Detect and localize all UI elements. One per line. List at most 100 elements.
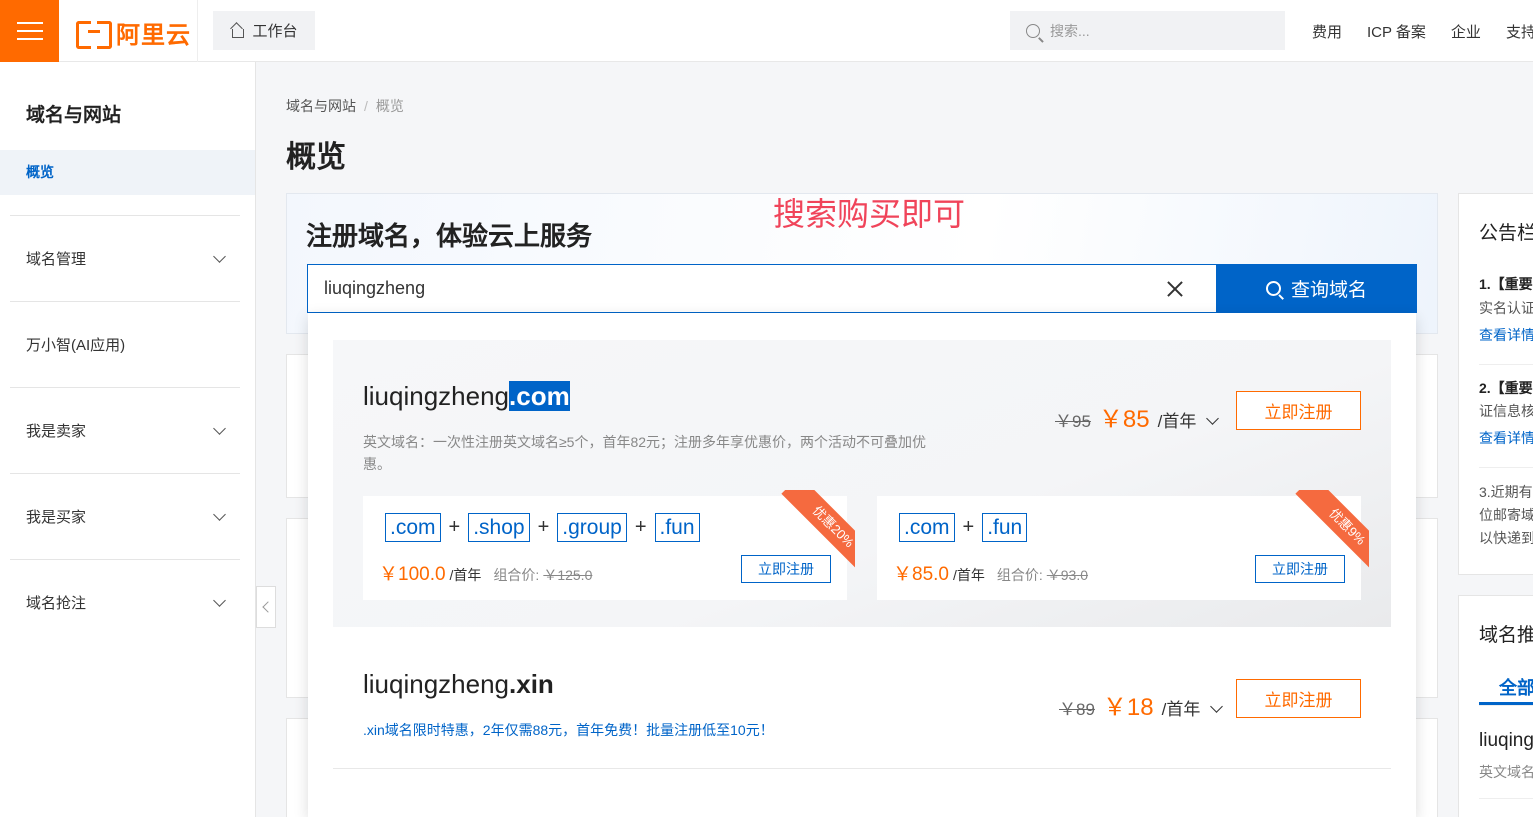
notice-item-3-line: 3.近期有	[1479, 484, 1533, 500]
notice-item-1-text: 实名认证	[1479, 300, 1533, 316]
plus-icon: +	[634, 516, 647, 538]
notice-panel: 公告栏 1.【重要 实名认证 查看详情 2.【重要 证信息核 查看详情 3.近期…	[1458, 193, 1533, 575]
register-now-button[interactable]: 立即注册	[1236, 391, 1361, 430]
combo-price: ￥85.0 /首年 组合价: ￥93.0	[893, 559, 1088, 586]
domain-tld: .xin	[509, 669, 554, 699]
domain-query-input[interactable]	[324, 278, 1144, 299]
combo-label: 组合价:	[493, 567, 540, 583]
domain-base: liuqingzheng	[363, 669, 510, 699]
combo-price: ￥100.0 /首年 组合价: ￥125.0	[379, 559, 592, 586]
chevron-down-icon	[213, 507, 226, 521]
register-now-button[interactable]: 立即注册	[1236, 679, 1361, 718]
tld-tag[interactable]: .com	[385, 513, 441, 542]
discount-label: 优惠9%	[1295, 490, 1369, 579]
plus-icon: +	[962, 516, 975, 538]
close-icon[interactable]	[1166, 280, 1184, 298]
tld-tag[interactable]: .group	[557, 513, 627, 542]
sidebar-item-domain-snatch[interactable]: 域名抢注	[10, 559, 240, 645]
domain-base: liuqingzheng	[363, 381, 510, 411]
annotation-text: 搜索购买即可	[773, 196, 966, 232]
price-unit: /首年	[1157, 412, 1197, 431]
workbench-button[interactable]: 工作台	[213, 11, 315, 50]
notice-title: 公告栏	[1479, 223, 1533, 244]
combo-price-value: ￥85.0	[893, 564, 949, 585]
chevron-down-icon	[213, 593, 226, 607]
sidebar-item-domain-management[interactable]: 域名管理	[10, 215, 240, 301]
search-icon	[1026, 23, 1040, 38]
price-unit: /首年	[1161, 700, 1201, 719]
divider	[1479, 364, 1533, 365]
price-row-xin[interactable]: ￥89 ￥18 /首年	[1059, 687, 1224, 722]
combo-card: .com + .shop + .group + .fun ￥100.0 /首年 …	[363, 490, 855, 600]
divider	[1479, 798, 1533, 799]
sidebar: 域名与网站 概览 域名管理 万小智(AI应用) 我是卖家 我是买家 域名抢注	[0, 62, 256, 817]
home-icon	[230, 24, 245, 38]
aliyun-logo-icon	[76, 21, 112, 49]
menu-icon[interactable]	[0, 0, 59, 62]
tld-tag[interactable]: .com	[899, 513, 955, 542]
combo-old-price: ￥125.0	[543, 567, 593, 583]
notice-item-2-link[interactable]: 查看详情	[1479, 428, 1533, 448]
sidebar-item-seller[interactable]: 我是卖家	[10, 387, 240, 473]
sidebar-title: 域名与网站	[26, 105, 122, 126]
combo-old-price: ￥93.0	[1046, 567, 1089, 583]
logo-text: 阿里云	[116, 21, 191, 49]
sidebar-item-label: 域名抢注	[26, 595, 87, 612]
plus-icon: +	[537, 516, 550, 538]
tab-all[interactable]: 全部	[1499, 674, 1533, 700]
sidebar-collapse-button[interactable]	[256, 586, 276, 628]
breadcrumb: 域名与网站 / 概览	[286, 96, 404, 116]
tld-tag[interactable]: .fun	[982, 513, 1028, 542]
plus-icon: +	[448, 516, 461, 538]
sidebar-item-ai-app[interactable]: 万小智(AI应用)	[10, 301, 240, 387]
domain-query-field[interactable]	[307, 264, 1217, 313]
logo[interactable]: 阿里云	[76, 17, 191, 49]
chevron-down-icon	[213, 421, 226, 435]
sidebar-item-label: 我是买家	[26, 509, 87, 526]
sidebar-item-buyer[interactable]: 我是买家	[10, 473, 240, 559]
tld-tag[interactable]: .fun	[654, 513, 700, 542]
combo-tags: .com + .fun	[899, 513, 1028, 542]
page-title: 概览	[286, 141, 346, 174]
sidebar-item-label: 我是卖家	[26, 423, 87, 440]
domain-results-dropdown: liuqingzheng .com 英文域名：一次性注册英文域名≥5个，首年82元…	[308, 313, 1416, 817]
new-price: ￥85	[1098, 406, 1150, 433]
search-icon	[1265, 281, 1281, 296]
notice-item-3-line: 位邮寄域	[1479, 507, 1533, 523]
combo-price-unit: /首年	[449, 567, 482, 583]
chevron-down-icon[interactable]	[1206, 412, 1220, 425]
chevron-left-icon	[262, 601, 274, 613]
divider	[1479, 705, 1533, 706]
sidebar-item-overview[interactable]: 概览	[0, 150, 255, 195]
chevron-down-icon[interactable]	[1210, 700, 1224, 713]
notice-item-1-link[interactable]: 查看详情	[1479, 325, 1533, 345]
global-search[interactable]	[1010, 11, 1285, 50]
nav-icp[interactable]: ICP 备案	[1367, 21, 1426, 42]
nav-fees[interactable]: 费用	[1312, 21, 1342, 42]
old-price: ￥95	[1055, 412, 1091, 431]
domain-promo-text[interactable]: .xin域名限时特惠，2年仅需88元，首年免费！批量注册低至10元！	[363, 719, 963, 741]
nav-enterprise[interactable]: 企业	[1451, 21, 1481, 42]
domain-recommend-title: 域名推荐	[1479, 625, 1533, 646]
combo-tags: .com + .shop + .group + .fun	[385, 513, 700, 542]
notice-item-1[interactable]: 1.【重要	[1479, 274, 1533, 294]
top-bar: 阿里云 工作台 费用 ICP 备案 企业 支持	[0, 0, 1533, 62]
recommend-domain-name[interactable]: liuqing	[1479, 730, 1533, 752]
query-domain-button[interactable]: 查询域名	[1216, 264, 1417, 313]
tld-tag[interactable]: .shop	[468, 513, 530, 542]
breadcrumb-root[interactable]: 域名与网站	[286, 98, 356, 114]
combo-price-unit: /首年	[952, 567, 985, 583]
workbench-label: 工作台	[252, 23, 298, 40]
query-domain-label: 查询域名	[1290, 280, 1367, 301]
global-search-input[interactable]	[1050, 22, 1250, 39]
domain-description: 英文域名：一次性注册英文域名≥5个，首年82元；注册多年享优惠价，两个活动不可叠…	[363, 434, 927, 472]
domain-name-xin: liuqingzheng.xin	[363, 669, 554, 700]
notice-item-2[interactable]: 2.【重要	[1479, 378, 1533, 398]
notice-item-2-text: 证信息核	[1479, 403, 1533, 419]
chevron-down-icon	[213, 249, 226, 263]
price-row-com[interactable]: ￥95 ￥85 /首年	[1055, 399, 1220, 434]
divider	[197, 0, 198, 62]
sidebar-item-label: 域名管理	[26, 251, 87, 268]
old-price: ￥89	[1059, 700, 1095, 719]
nav-support[interactable]: 支持	[1506, 21, 1533, 42]
